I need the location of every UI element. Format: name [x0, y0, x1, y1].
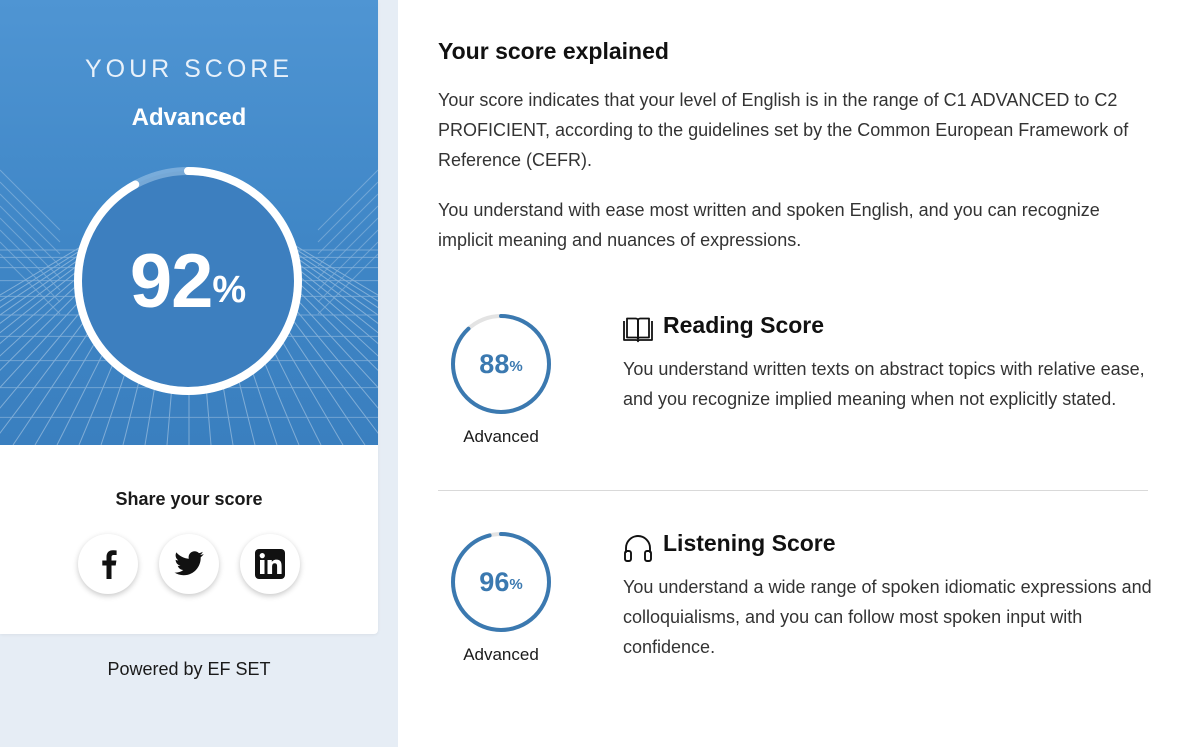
- section-divider: [438, 490, 1148, 491]
- your-score-heading: YOUR SCORE: [84, 55, 294, 83]
- listening-score-percent: %: [509, 576, 523, 593]
- overall-score-percent: %: [212, 268, 247, 311]
- listening-score-level: Advanced: [463, 645, 539, 664]
- explanation-paragraph-2: You understand with ease most written an…: [438, 200, 1100, 250]
- overall-score-number: 92: [129, 238, 214, 324]
- open-book-icon: [623, 317, 653, 343]
- score-card: YOUR SCORE Advanced 92% Share your score: [0, 0, 378, 634]
- score-explanation-panel: Your score explained Your score indicate…: [398, 0, 1190, 747]
- headphones-icon: [624, 535, 652, 562]
- reading-score-level: Advanced: [463, 427, 539, 446]
- listening-score-title: Listening Score: [663, 530, 836, 556]
- reading-score-percent: %: [509, 358, 523, 375]
- reading-score-title: Reading Score: [663, 312, 825, 338]
- share-linkedin-button[interactable]: [240, 534, 300, 594]
- reading-score-section: 88% Advanced Reading Score You understan…: [438, 310, 1158, 460]
- overall-score-value: 92%: [73, 166, 303, 396]
- explanation-title: Your score explained: [438, 38, 669, 64]
- share-buttons: [78, 534, 300, 594]
- share-title: Share your score: [115, 489, 263, 509]
- explanation-paragraph-1: Your score indicates that your level of …: [438, 90, 1129, 170]
- listening-score-description: You understand a wide range of spoken id…: [623, 577, 1152, 657]
- listening-score-section: 96% Advanced Listening Score You underst…: [438, 528, 1158, 678]
- reading-score-description: You understand written texts on abstract…: [623, 359, 1145, 409]
- share-twitter-button[interactable]: [159, 534, 219, 594]
- powered-by-label: Powered by EF SET: [107, 659, 271, 679]
- listening-score-number: 96: [479, 566, 510, 597]
- reading-score-value: 88%: [450, 313, 552, 415]
- score-hero: YOUR SCORE Advanced 92%: [0, 0, 378, 445]
- overall-level: Advanced: [131, 104, 247, 131]
- twitter-icon: [174, 551, 204, 576]
- reading-score-number: 88: [479, 348, 510, 379]
- share-facebook-button[interactable]: [78, 534, 138, 594]
- listening-score-value: 96%: [450, 531, 552, 633]
- linkedin-icon: [255, 549, 285, 579]
- facebook-icon: [102, 550, 117, 579]
